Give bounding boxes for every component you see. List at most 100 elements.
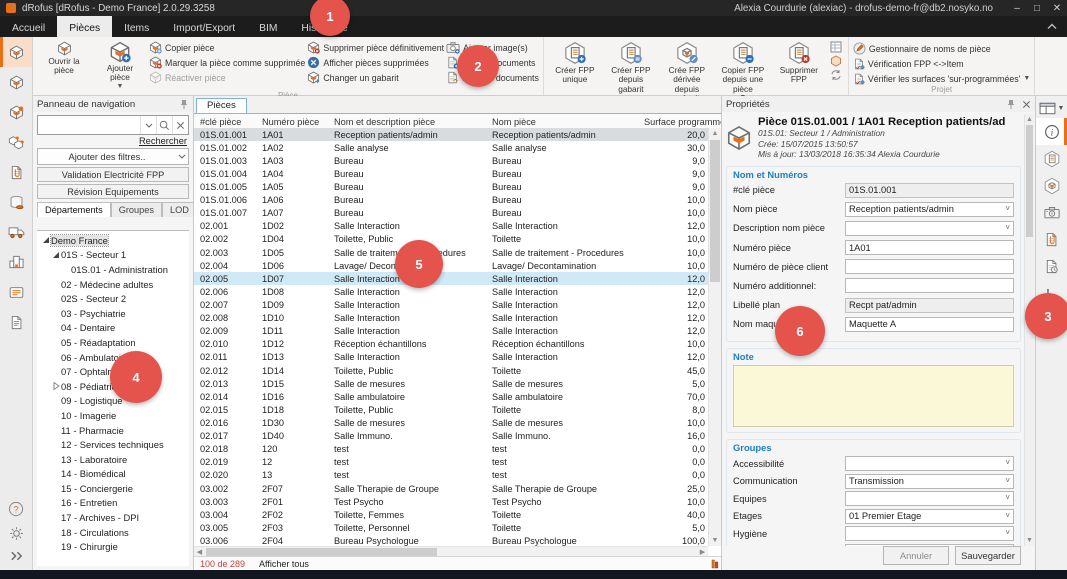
ribbon-button-supprimer-fpp[interactable]: SupprimerFPP	[772, 39, 826, 87]
table-row[interactable]: 01S.01.0011A01Reception patients/adminRe…	[194, 128, 708, 141]
field-nom-maquette[interactable]: Maquette A	[845, 317, 1014, 332]
tree-item-16-entretien[interactable]: 16 - Entretien	[37, 496, 189, 511]
tab-pieces[interactable]: Pièces	[196, 98, 247, 113]
tree-item-02-medecine-adultes[interactable]: 02 - Médecine adultes	[37, 277, 189, 292]
miniSync-icon[interactable]	[830, 69, 842, 81]
clear-search-icon[interactable]	[172, 116, 188, 134]
table-row[interactable]: 01S.01.0041A04BureauBureau9,0	[194, 167, 708, 180]
field-numero-de-piece-client[interactable]	[845, 259, 1014, 274]
tab-pieces[interactable]: Pièces	[57, 16, 112, 37]
module-logistics[interactable]	[0, 217, 32, 247]
tab-items[interactable]: Items	[112, 16, 161, 37]
field-hygiene[interactable]	[845, 526, 1014, 541]
table-row[interactable]: 02.0171D40Salle Immuno.Salle Immuno.16,0	[194, 430, 708, 443]
field-description-nom-piece[interactable]	[845, 221, 1014, 236]
tree-item-03-psychiatrie[interactable]: 03 - Psychiatrie	[37, 306, 189, 321]
field-etages[interactable]: 01 Premier Etage	[845, 509, 1014, 524]
table-row[interactable]: 01S.01.0051A05BureauBureau9,0	[194, 180, 708, 193]
table-row[interactable]: 02.0161D30Salle de mesuresSalle de mesur…	[194, 416, 708, 429]
tree-item-17-archives-dpi[interactable]: 17 - Archives - DPI	[37, 510, 189, 525]
tree-item-05-readaptation[interactable]: 05 - Réadaptation	[37, 335, 189, 350]
ribbon-button-gestionnaire-de-noms-de-piece[interactable]: Gestionnaire de noms de pièce	[853, 42, 1030, 55]
ribbon-button-ajouter-piece[interactable]: Ajouterpièce▼	[93, 39, 147, 91]
table-row[interactable]: 02.0121D14Toilette, PublicToilette45,0	[194, 364, 708, 377]
column-header-cle-piece[interactable]: #clé pièce	[194, 117, 256, 127]
add-filters-combo[interactable]: Ajouter des filtres..	[37, 148, 189, 165]
table-row[interactable]: 02.0131D15Salle de mesuresSalle de mesur…	[194, 377, 708, 390]
module-pieces[interactable]	[0, 37, 32, 67]
search-history-caret-icon[interactable]	[140, 116, 156, 134]
tree-item-10-imagerie[interactable]: 10 - Imagerie	[37, 408, 189, 423]
table-row[interactable]: 02.0031D05Salle de traitement - Procedur…	[194, 246, 708, 259]
tree-item-19-chirurgie[interactable]: 19 - Chirurgie	[37, 539, 189, 554]
tree-item-11-pharmacie[interactable]: 11 - Pharmacie	[37, 423, 189, 438]
minimize-button[interactable]: –	[1007, 1, 1027, 15]
ribbon-button-ouvrir-la-piece[interactable]: Ouvrir lapièce	[37, 39, 91, 78]
table-row[interactable]: 02.0011D02Salle InteractionSalle Interac…	[194, 220, 708, 233]
ribbon-button-copier-piece[interactable]: Copier pièce	[149, 41, 305, 54]
tree-item-04-dentaire[interactable]: 04 - Dentaire	[37, 321, 189, 336]
field-communication[interactable]: Transmission	[845, 474, 1014, 489]
miniFpp-icon[interactable]	[830, 55, 842, 67]
history-tab[interactable]	[1036, 253, 1067, 280]
column-header-numero-piece[interactable]: Numéro pièce	[256, 117, 328, 127]
nav-tab-groupes[interactable]: Groupes	[111, 202, 162, 217]
tree-item-14-biomedical[interactable]: 14 - Biomédical	[37, 467, 189, 482]
pin-icon[interactable]	[1006, 99, 1016, 110]
table-row[interactable]: 03.0022F07Salle Therapie de GroupeSalle …	[194, 482, 708, 495]
table-row[interactable]: 02.02013testtest0,0	[194, 469, 708, 482]
search-icon[interactable]	[156, 116, 172, 134]
tree-item-06-ambulatoire[interactable]: 06 - Ambulatoire	[37, 350, 189, 365]
table-row[interactable]: 01S.01.0071A07BureauBureau10,0	[194, 207, 708, 220]
close-panel-icon[interactable]	[1022, 100, 1031, 109]
module-documents[interactable]	[0, 157, 32, 187]
expand-strip-icon[interactable]	[9, 550, 24, 562]
column-header-nom-piece[interactable]: Nom pièce	[486, 117, 638, 127]
documents-tab[interactable]	[1036, 226, 1067, 253]
field-equipes[interactable]	[845, 491, 1014, 506]
module-items[interactable]	[0, 127, 32, 157]
ribbon-button-creer-fpp-depuis-gabarit[interactable]: Créer FPPdepuis gabarit	[604, 39, 658, 96]
field-nom-piece[interactable]: Reception patients/admin	[845, 202, 1014, 217]
images-tab[interactable]	[1036, 199, 1067, 226]
ribbon-button-changer-un-gabarit[interactable]: Changer un gabarit	[307, 71, 444, 84]
table-row[interactable]: 02.0041D06Lavage/ DecontaminationLavage/…	[194, 259, 708, 272]
tab-accueil[interactable]: Accueil	[0, 16, 57, 37]
ribbon-button-verification-fpp-item[interactable]: Vérification FPP <->Item	[853, 57, 1030, 70]
filter-button-revision-equipements[interactable]: Révision Equipements	[37, 184, 189, 199]
vertical-scrollbar[interactable]: ▲ ▼	[708, 128, 721, 546]
table-row[interactable]: 02.0061D08Salle InteractionSalle Interac…	[194, 285, 708, 298]
expander-open-icon[interactable]	[41, 236, 51, 244]
filter-button-validation-electricite-fpp[interactable]: Validation Electricité FPP	[37, 167, 189, 182]
settings-icon[interactable]	[9, 526, 24, 541]
module-room-function[interactable]	[0, 97, 32, 127]
column-header-nom-et-description-piece[interactable]: Nom et description pièce	[328, 117, 486, 127]
nav-tab-lod[interactable]: LOD	[162, 202, 194, 217]
note-textarea[interactable]	[733, 365, 1014, 427]
ribbon-button-afficher-pieces-supprimees[interactable]: Afficher pièces supprimées	[307, 56, 444, 69]
table-row[interactable]: 02.0081D10Salle InteractionSalle Interac…	[194, 312, 708, 325]
info-tab[interactable]: i	[1036, 118, 1067, 145]
module-building[interactable]	[0, 247, 32, 277]
fpp-document-tab[interactable]	[1036, 145, 1067, 172]
nav-tab-departements[interactable]: Départements	[37, 202, 111, 217]
tab-bim[interactable]: BIM	[247, 16, 289, 37]
table-row[interactable]: 03.0052F03Toilette, PersonnelToilette5,0	[194, 521, 708, 534]
table-row[interactable]: 02.0141D16Salle ambulatoireSalle ambulat…	[194, 390, 708, 403]
table-row[interactable]: 02.0071D09Salle InteractionSalle Interac…	[194, 298, 708, 311]
expander-closed-icon[interactable]	[51, 382, 61, 390]
module-reports[interactable]	[0, 307, 32, 337]
column-header-surface-programmee[interactable]: Surface programmée	[638, 117, 721, 127]
tree-item-09-logistique[interactable]: 09 - Logistique	[37, 394, 189, 409]
close-button[interactable]: ✕	[1047, 1, 1067, 15]
table-row[interactable]: 02.018120testtest0,0	[194, 443, 708, 456]
tree-item-15-conciergerie[interactable]: 15 - Conciergerie	[37, 481, 189, 496]
tree-item-18-circulations[interactable]: 18 - Circulations	[37, 525, 189, 540]
field-numero-piece[interactable]: 1A01	[845, 240, 1014, 255]
ribbon-button-creer-fpp-unique[interactable]: Créer FPPunique	[548, 39, 602, 87]
save-button[interactable]: Sauvegarder	[955, 546, 1021, 565]
expander-open-icon[interactable]	[51, 251, 61, 259]
table-row[interactable]: 02.0091D11Salle InteractionSalle Interac…	[194, 325, 708, 338]
ribbon-button-marquer-la-piece-comme-supprimee[interactable]: Marquer la pièce comme supprimée	[149, 56, 305, 69]
table-row[interactable]: 02.0111D13Salle InteractionSalle Interac…	[194, 351, 708, 364]
